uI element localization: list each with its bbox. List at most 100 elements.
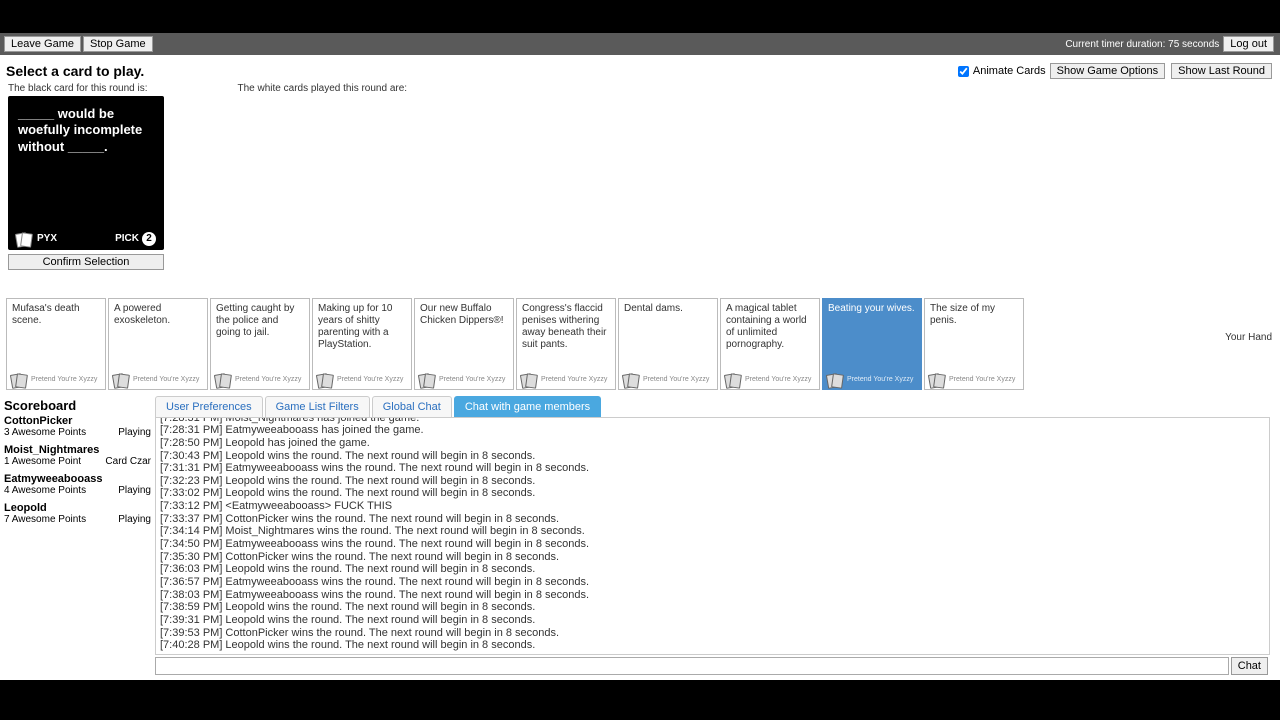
player-name: Leopold bbox=[4, 502, 151, 514]
hand-card-footer: Pretend You're Xyzzy bbox=[929, 374, 1015, 387]
hand-card-footer: Pretend You're Xyzzy bbox=[521, 374, 607, 387]
hand-card[interactable]: A powered exoskeleton.Pretend You're Xyz… bbox=[108, 298, 208, 390]
chat-tabs: User Preferences Game List Filters Globa… bbox=[155, 396, 1270, 418]
logout-button[interactable]: Log out bbox=[1223, 36, 1274, 52]
hand-card[interactable]: Mufasa's death scene. Pretend You're Xyzz… bbox=[6, 298, 106, 390]
hand-card-footer: Pretend You're Xyzzy bbox=[215, 374, 301, 387]
cards-icon bbox=[419, 374, 437, 387]
chat-line: [7:39:31 PM] Leopold wins the round. The… bbox=[160, 614, 1265, 627]
chat-line: [7:31:31 PM] Eatmyweeabooass wins the ro… bbox=[160, 462, 1265, 475]
chat-line: [7:28:31 PM] Eatmyweeabooass has joined … bbox=[160, 424, 1265, 437]
chat-send-button[interactable]: Chat bbox=[1231, 657, 1268, 675]
chat-line: [7:32:23 PM] Leopold wins the round. The… bbox=[160, 475, 1265, 488]
player-status: Playing bbox=[118, 514, 151, 525]
animate-cards-checkbox[interactable] bbox=[958, 66, 969, 77]
hand-card-text: Our new Buffalo Chicken Dippers®! bbox=[420, 303, 508, 327]
hand-container: Mufasa's death scene. Pretend You're Xyzz… bbox=[6, 298, 1024, 390]
hand-card-footer: Pretend You're Xyzzy bbox=[419, 374, 505, 387]
hand-card[interactable]: Dental dams. Pretend You're Xyzzy bbox=[618, 298, 718, 390]
player-name: Moist_Nightmares bbox=[4, 444, 151, 456]
hand-card-footer: Pretend You're Xyzzy bbox=[317, 374, 403, 387]
chat-line: [7:33:02 PM] Leopold wins the round. The… bbox=[160, 487, 1265, 500]
hand-card[interactable]: Getting caught by the police and going t… bbox=[210, 298, 310, 390]
chat-line: [7:35:30 PM] CottonPicker wins the round… bbox=[160, 551, 1265, 564]
scoreboard-player: Eatmyweeabooass4 Awesome Points Playing bbox=[4, 473, 151, 496]
letterbox-top bbox=[0, 0, 1280, 33]
black-card-label: The black card for this round is: bbox=[8, 83, 148, 94]
cards-icon bbox=[623, 374, 641, 387]
letterbox-bottom bbox=[0, 680, 1280, 720]
hand-card[interactable]: Congress's flaccid penises withering awa… bbox=[516, 298, 616, 390]
player-points: 7 Awesome Points bbox=[4, 514, 86, 525]
your-hand-label: Your Hand bbox=[1225, 332, 1272, 343]
player-points: 4 Awesome Points bbox=[4, 485, 86, 496]
hand-card-text: The size of my penis. bbox=[930, 303, 1018, 327]
tab-game-chat[interactable]: Chat with game members bbox=[454, 396, 601, 417]
played-cards-label: The white cards played this round are: bbox=[238, 83, 408, 94]
hand-card[interactable]: Our new Buffalo Chicken Dippers®! Pretend… bbox=[414, 298, 514, 390]
chat-line: [7:38:03 PM] Eatmyweeabooass wins the ro… bbox=[160, 589, 1265, 602]
cards-icon bbox=[11, 374, 29, 387]
hand-card-footer: Pretend You're Xyzzy bbox=[11, 374, 97, 387]
cards-icon bbox=[827, 374, 845, 387]
hand-card-text: A magical tablet containing a world of u… bbox=[726, 303, 814, 351]
player-name: Eatmyweeabooass bbox=[4, 473, 151, 485]
scoreboard-player: CottonPicker3 Awesome Points Playing bbox=[4, 415, 151, 438]
player-status: Playing bbox=[118, 485, 151, 496]
tab-game-list-filters[interactable]: Game List Filters bbox=[265, 396, 370, 417]
hand-card[interactable]: The size of my penis. Pretend You're Xyzz… bbox=[924, 298, 1024, 390]
scoreboard-heading: Scoreboard bbox=[4, 398, 151, 413]
hand-card-footer: Pretend You're Xyzzy bbox=[725, 374, 811, 387]
black-card: _____ would be woefully incomplete witho… bbox=[8, 96, 164, 250]
chat-line: [7:30:43 PM] Leopold wins the round. The… bbox=[160, 450, 1265, 463]
chat-line: [7:34:14 PM] Moist_Nightmares wins the r… bbox=[160, 525, 1265, 538]
chat-line: [7:36:03 PM] Leopold wins the round. The… bbox=[160, 563, 1265, 576]
scoreboard-player: Moist_Nightmares1 Awesome Point Card Czar bbox=[4, 444, 151, 467]
cards-icon bbox=[521, 374, 539, 387]
stop-game-button[interactable]: Stop Game bbox=[83, 36, 153, 52]
cards-icon bbox=[113, 374, 131, 387]
hand-card-text: Getting caught by the police and going t… bbox=[216, 303, 304, 339]
player-status: Card Czar bbox=[105, 456, 151, 467]
chat-line: [7:38:59 PM] Leopold wins the round. The… bbox=[160, 601, 1265, 614]
tab-global-chat[interactable]: Global Chat bbox=[372, 396, 452, 417]
cards-icon bbox=[929, 374, 947, 387]
show-game-options-button[interactable]: Show Game Options bbox=[1050, 63, 1166, 79]
hand-card-text: A powered exoskeleton. bbox=[114, 303, 202, 327]
chat-line: [7:33:37 PM] CottonPicker wins the round… bbox=[160, 513, 1265, 526]
player-name: CottonPicker bbox=[4, 415, 151, 427]
hand-card[interactable]: Beating your wives.Pretend You're Xyzzy bbox=[822, 298, 922, 390]
cards-icon bbox=[16, 233, 34, 246]
player-points: 3 Awesome Points bbox=[4, 427, 86, 438]
chat-input[interactable] bbox=[155, 657, 1229, 675]
hand-card-text: Making up for 10 years of shitty parenti… bbox=[318, 303, 406, 351]
page-title: Select a card to play. bbox=[6, 63, 144, 79]
hand-card[interactable]: Making up for 10 years of shitty parenti… bbox=[312, 298, 412, 390]
tab-user-preferences[interactable]: User Preferences bbox=[155, 396, 263, 417]
leave-game-button[interactable]: Leave Game bbox=[4, 36, 81, 52]
player-points: 1 Awesome Point bbox=[4, 456, 81, 467]
timer-text: Current timer duration: 75 seconds bbox=[1065, 39, 1219, 50]
chat-line: [7:34:50 PM] Eatmyweeabooass wins the ro… bbox=[160, 538, 1265, 551]
chat-line: [7:33:12 PM] <Eatmyweeabooass> FUCK THIS bbox=[160, 500, 1265, 513]
hand-card-text: Beating your wives. bbox=[828, 303, 916, 315]
chat-line: [7:28:50 PM] Leopold has joined the game… bbox=[160, 437, 1265, 450]
player-status: Playing bbox=[118, 427, 151, 438]
chat-line: [7:40:28 PM] Leopold wins the round. The… bbox=[160, 639, 1265, 652]
hand-card-footer: Pretend You're Xyzzy bbox=[623, 374, 709, 387]
pick-count: 2 bbox=[142, 232, 156, 246]
show-last-round-button[interactable]: Show Last Round bbox=[1171, 63, 1272, 79]
hand-card[interactable]: A magical tablet containing a world of u… bbox=[720, 298, 820, 390]
hand-card-text: Dental dams. bbox=[624, 303, 712, 315]
hand-card-text: Mufasa's death scene. bbox=[12, 303, 100, 327]
chat-log[interactable]: [7:27:39 PM] You have joined the game.[7… bbox=[155, 418, 1270, 655]
cards-icon bbox=[215, 374, 233, 387]
black-card-deck: PYX bbox=[37, 233, 57, 246]
chat-line: [7:36:57 PM] Eatmyweeabooass wins the ro… bbox=[160, 576, 1265, 589]
chat-line: [7:39:53 PM] CottonPicker wins the round… bbox=[160, 627, 1265, 640]
confirm-selection-button[interactable]: Confirm Selection bbox=[8, 254, 164, 270]
cards-icon bbox=[725, 374, 743, 387]
pick-label: PICK bbox=[115, 233, 139, 246]
top-bar: Leave Game Stop Game Current timer durat… bbox=[0, 33, 1280, 55]
black-card-text: _____ would be woefully incomplete witho… bbox=[18, 106, 154, 155]
